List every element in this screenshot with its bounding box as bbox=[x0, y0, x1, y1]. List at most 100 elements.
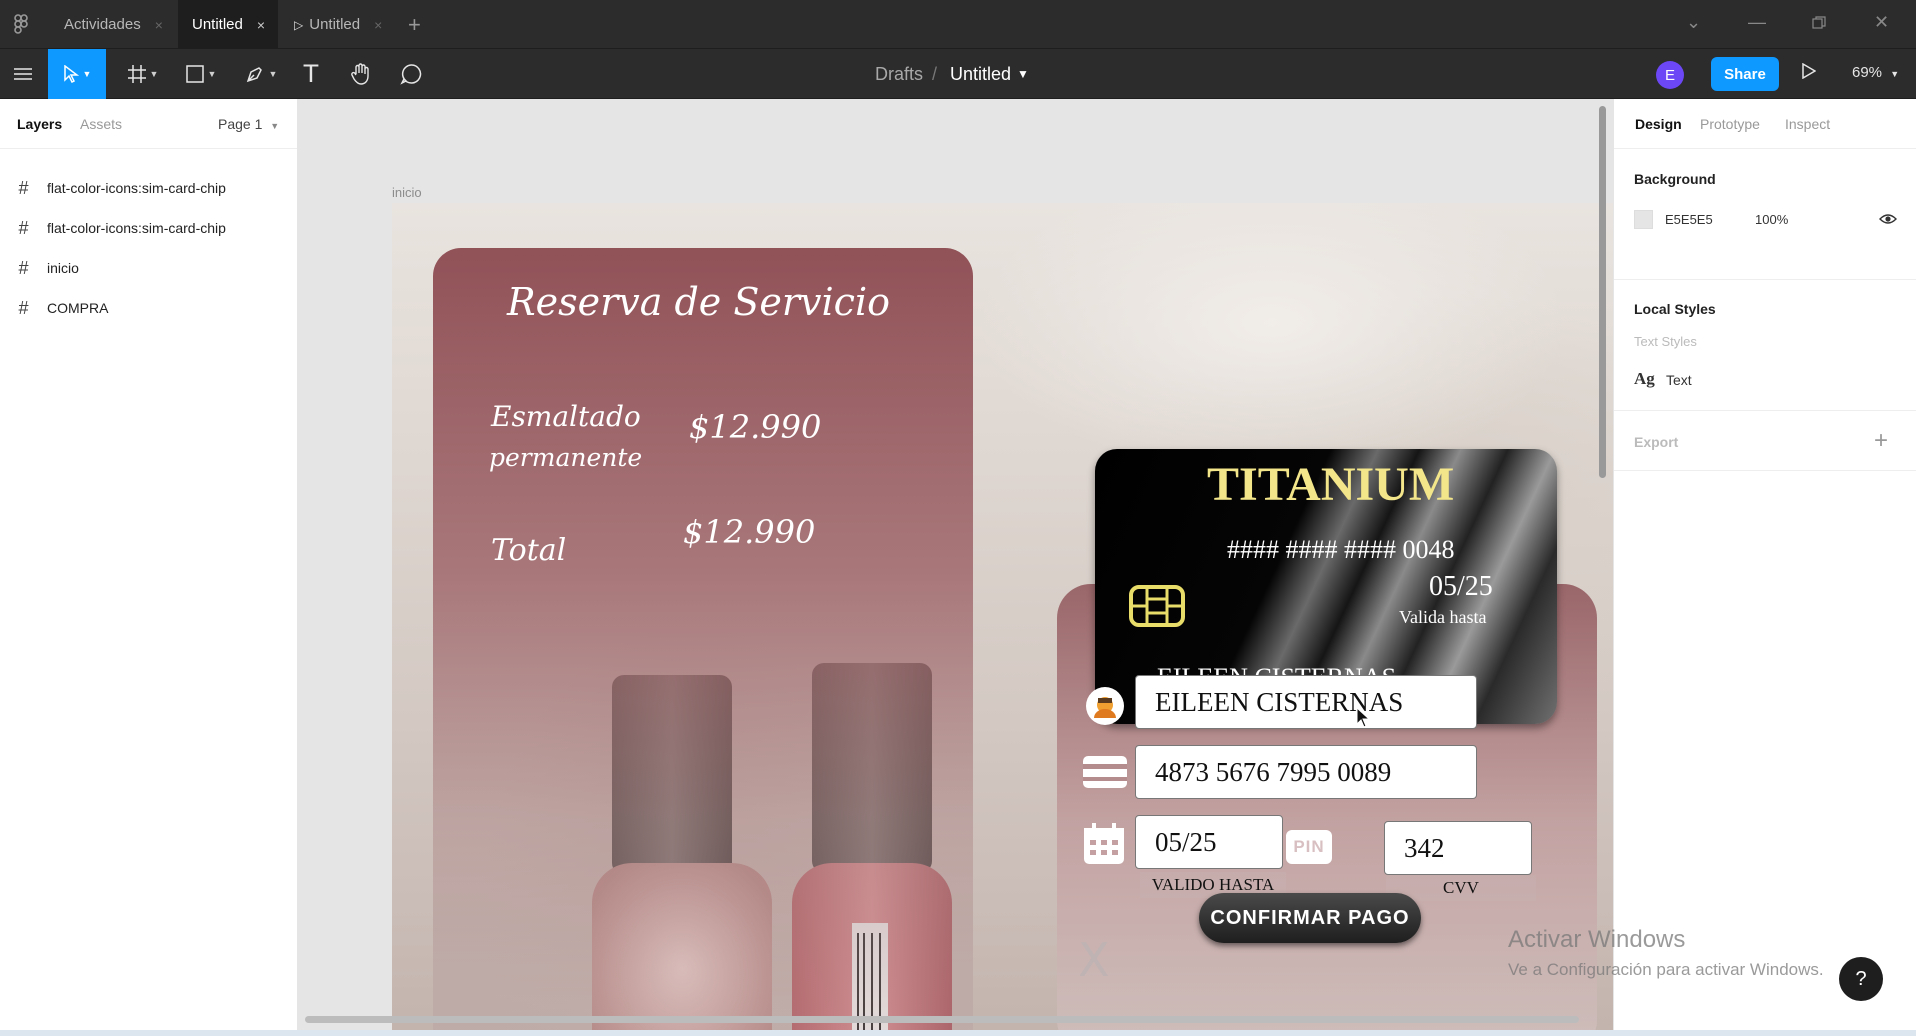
page-name: Page 1 bbox=[218, 116, 263, 132]
close-x-icon[interactable]: X bbox=[1078, 933, 1110, 987]
file-name-dropdown[interactable]: Untitled ▼ bbox=[950, 49, 1029, 99]
figma-app: Actividades × Untitled × ▷ Untitled × + … bbox=[0, 0, 1916, 1036]
credit-card-icon bbox=[1083, 756, 1127, 788]
card-number-field[interactable]: 4873 5676 7995 0089 bbox=[1135, 745, 1477, 799]
breadcrumb-drafts[interactable]: Drafts bbox=[875, 49, 923, 99]
layer-name: COMPRA bbox=[47, 300, 109, 316]
tab-label: Actividades bbox=[64, 16, 141, 33]
local-styles-section: Local Styles Text Styles Ag Text bbox=[1614, 280, 1916, 411]
pen-tool-button[interactable]: ▼ bbox=[238, 49, 284, 99]
layer-item[interactable]: # COMPRA bbox=[0, 288, 297, 328]
chevron-down-icon: ▼ bbox=[149, 69, 159, 79]
frame-hash-icon: # bbox=[18, 177, 29, 198]
service-item-line2: permanente bbox=[489, 443, 643, 472]
layer-name: inicio bbox=[47, 260, 79, 276]
background-opacity-input[interactable]: 100% bbox=[1755, 212, 1788, 227]
help-button[interactable]: ? bbox=[1839, 957, 1883, 1001]
design-canvas[interactable]: inicio Reserva de Servicio Esmaltado per… bbox=[298, 99, 1613, 1030]
export-heading: Export bbox=[1634, 434, 1679, 450]
left-panel-tabs: Layers Assets Page 1 ▼ bbox=[0, 99, 297, 149]
service-summary-card: Reserva de Servicio Esmaltado permanente… bbox=[433, 248, 973, 1030]
avatar[interactable]: E bbox=[1656, 61, 1684, 89]
confirm-payment-button[interactable]: CONFIRMAR PAGO bbox=[1199, 893, 1421, 943]
chevron-down-icon: ▼ bbox=[1017, 67, 1029, 81]
add-export-plus-icon[interactable]: + bbox=[1874, 427, 1888, 455]
share-button[interactable]: Share bbox=[1711, 57, 1779, 91]
expiry-field[interactable]: 05/25 bbox=[1135, 815, 1283, 869]
export-section: Export + bbox=[1614, 411, 1916, 471]
activate-windows-subtitle: Ve a Configuración para activar Windows. bbox=[1508, 960, 1824, 979]
vertical-scrollbar[interactable] bbox=[1599, 106, 1606, 478]
layer-item[interactable]: # flat-color-icons:sim-card-chip bbox=[0, 168, 297, 208]
figma-logo-icon[interactable] bbox=[14, 14, 30, 36]
layer-name: flat-color-icons:sim-card-chip bbox=[47, 180, 226, 196]
cvv-field[interactable]: 342 bbox=[1384, 821, 1532, 875]
tab-design[interactable]: Design bbox=[1635, 116, 1682, 132]
cardholder-name-field[interactable]: EILEEN CISTERNAS bbox=[1135, 675, 1477, 729]
close-icon[interactable]: × bbox=[257, 17, 265, 33]
layer-name: flat-color-icons:sim-card-chip bbox=[47, 220, 226, 236]
user-icon bbox=[1086, 687, 1124, 725]
eye-icon[interactable] bbox=[1879, 213, 1897, 225]
main-menu-icon[interactable] bbox=[6, 49, 40, 99]
pin-icon: PIN bbox=[1286, 830, 1332, 864]
total-label: Total bbox=[491, 533, 567, 568]
restore-icon[interactable] bbox=[1812, 14, 1826, 35]
minimize-icon[interactable]: — bbox=[1748, 12, 1766, 33]
background-hex-input[interactable]: E5E5E5 bbox=[1665, 212, 1713, 227]
comment-tool-icon[interactable] bbox=[396, 49, 426, 99]
properties-panel: Design Prototype Inspect Background E5E5… bbox=[1613, 99, 1916, 1036]
background-swatch[interactable] bbox=[1634, 210, 1653, 229]
local-styles-heading: Local Styles bbox=[1634, 301, 1716, 317]
mouse-cursor-icon bbox=[1356, 707, 1371, 728]
close-icon[interactable]: × bbox=[374, 17, 382, 33]
tab-label: Untitled bbox=[309, 16, 361, 33]
chevron-down-icon[interactable]: ⌄ bbox=[1686, 12, 1701, 33]
activate-windows-title: Activar Windows bbox=[1508, 926, 1686, 953]
layer-item[interactable]: # flat-color-icons:sim-card-chip bbox=[0, 208, 297, 248]
service-item-line1: Esmaltado bbox=[491, 400, 641, 433]
horizontal-scrollbar[interactable] bbox=[305, 1016, 1579, 1023]
tab-prototype[interactable]: Prototype bbox=[1700, 116, 1760, 132]
chevron-down-icon: ▼ bbox=[268, 69, 278, 79]
tab-layers[interactable]: Layers bbox=[17, 116, 62, 132]
calendar-icon bbox=[1084, 823, 1124, 864]
toolbar: ▼ ▼ ▼ ▼ T Drafts / Untitled ▼ E Share 69… bbox=[0, 49, 1916, 99]
frame-hash-icon: # bbox=[18, 257, 29, 278]
move-tool-button[interactable]: ▼ bbox=[48, 49, 106, 99]
zoom-level: 69% bbox=[1852, 64, 1883, 81]
background-section: Background E5E5E5 100% bbox=[1614, 149, 1916, 280]
sim-card-chip-icon bbox=[1129, 585, 1185, 627]
present-play-icon[interactable] bbox=[1802, 62, 1817, 84]
layer-item[interactable]: # inicio bbox=[0, 248, 297, 288]
card-brand: TITANIUM bbox=[1207, 458, 1455, 511]
text-tool-icon[interactable]: T bbox=[296, 49, 326, 99]
frame-inicio[interactable]: Reserva de Servicio Esmaltado permanente… bbox=[392, 203, 1613, 1030]
breadcrumb-separator: / bbox=[932, 63, 938, 84]
chevron-down-icon: ▼ bbox=[270, 121, 280, 131]
tab-assets[interactable]: Assets bbox=[80, 116, 122, 132]
frame-tool-button[interactable]: ▼ bbox=[120, 49, 166, 99]
text-style-sample[interactable]: Ag bbox=[1634, 369, 1655, 389]
close-window-icon[interactable]: ✕ bbox=[1874, 12, 1889, 33]
tab-untitled-prototype[interactable]: ▷ Untitled × bbox=[280, 0, 396, 49]
total-price: $12.990 bbox=[683, 513, 816, 551]
text-style-name[interactable]: Text bbox=[1666, 372, 1692, 388]
frame-hash-icon: # bbox=[18, 297, 29, 318]
page-selector[interactable]: Page 1 ▼ bbox=[218, 116, 279, 132]
chevron-down-icon: ▼ bbox=[82, 69, 92, 79]
close-icon[interactable]: × bbox=[155, 17, 163, 33]
text-styles-label: Text Styles bbox=[1634, 334, 1697, 349]
new-tab-plus-icon[interactable]: + bbox=[408, 12, 421, 38]
tab-untitled-active[interactable]: Untitled × bbox=[178, 0, 278, 49]
shape-tool-button[interactable]: ▼ bbox=[178, 49, 224, 99]
service-item-price: $12.990 bbox=[689, 408, 822, 446]
zoom-dropdown[interactable]: 69% ▼ bbox=[1852, 64, 1899, 81]
tab-actividades[interactable]: Actividades × bbox=[50, 0, 177, 49]
frame-label[interactable]: inicio bbox=[392, 185, 422, 200]
card-expiry: 05/25 bbox=[1429, 571, 1493, 602]
hand-tool-icon[interactable] bbox=[346, 49, 376, 99]
tab-inspect[interactable]: Inspect bbox=[1785, 116, 1830, 132]
file-name: Untitled bbox=[950, 63, 1012, 84]
layers-panel: Layers Assets Page 1 ▼ # flat-color-icon… bbox=[0, 99, 298, 1036]
